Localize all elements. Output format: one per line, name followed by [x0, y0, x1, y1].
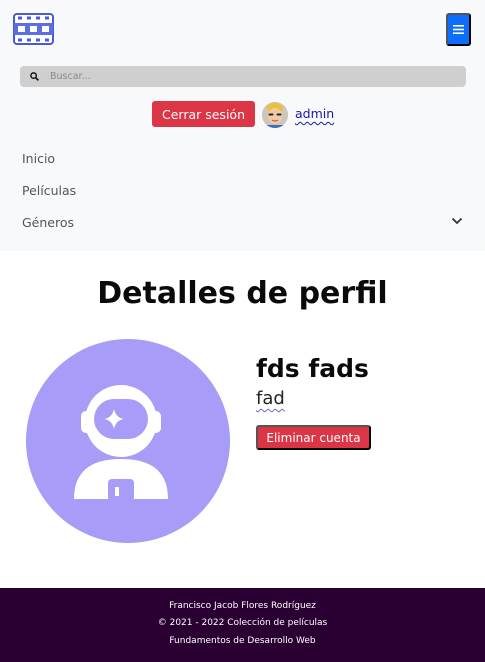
- navbar-toggle-button[interactable]: [446, 13, 471, 46]
- username-link[interactable]: admin: [295, 106, 334, 121]
- profile-username: fad: [256, 388, 285, 409]
- nav-link-generos[interactable]: Géneros: [22, 215, 74, 230]
- search-icon: [30, 72, 39, 81]
- delete-account-button[interactable]: Eliminar cuenta: [256, 425, 371, 450]
- footer-course: Fundamentos de Desarrollo Web: [169, 636, 316, 646]
- logout-button[interactable]: Cerrar sesión: [152, 101, 255, 127]
- footer-copyright: © 2021 - 2022 Colección de películas: [157, 618, 328, 628]
- search-bar[interactable]: [20, 66, 466, 87]
- hamburger-icon: [453, 25, 464, 34]
- footer: Francisco Jacob Flores Rodríguez © 2021 …: [0, 588, 485, 662]
- page-title: Detalles de perfil: [97, 276, 388, 311]
- profile-full-name: fds fads: [256, 354, 369, 383]
- nav-link-peliculas[interactable]: Películas: [22, 183, 76, 198]
- user-avatar-image: [262, 102, 288, 128]
- nav-link-inicio[interactable]: Inicio: [22, 151, 55, 166]
- search-input[interactable]: [50, 71, 430, 82]
- profile-avatar: [26, 339, 230, 543]
- user-avatar[interactable]: [262, 102, 288, 128]
- footer-author: Francisco Jacob Flores Rodríguez: [169, 601, 316, 611]
- chevron-down-icon[interactable]: [451, 216, 463, 226]
- brand-logo[interactable]: [13, 13, 54, 45]
- film-strip-icon: [13, 13, 54, 45]
- navbar: Cerrar sesión admin Inicio Películas Gén…: [0, 0, 485, 251]
- astronaut-icon: [26, 339, 230, 543]
